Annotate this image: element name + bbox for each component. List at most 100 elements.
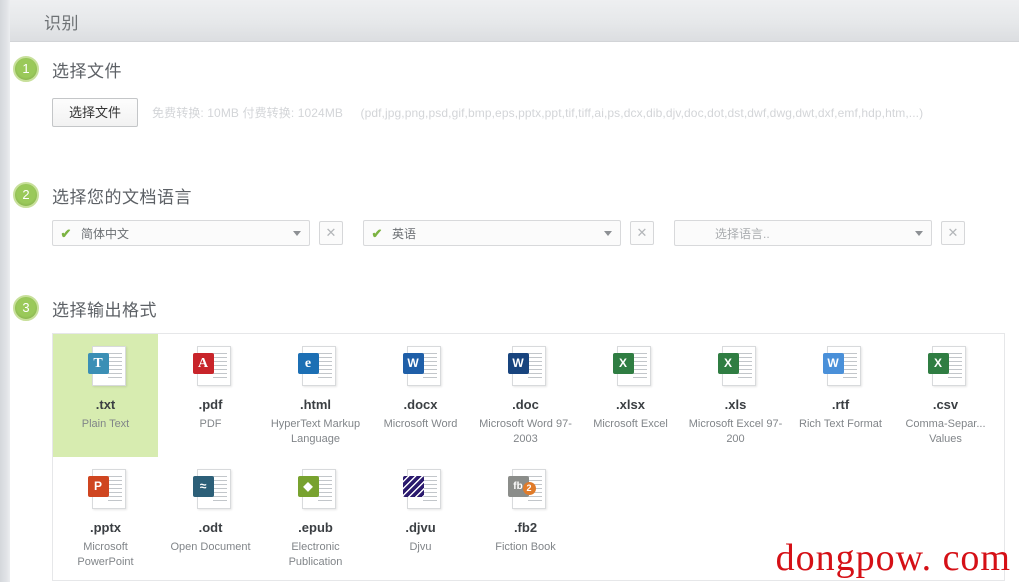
- watermark: dongpow. com: [775, 537, 1011, 579]
- language-select-1[interactable]: ✔ 简体中文: [52, 220, 310, 246]
- format-description-label: Microsoft Excel: [593, 418, 668, 430]
- file-icon: T: [86, 346, 126, 388]
- format-extension-label: .xls: [724, 397, 747, 412]
- language-group-1: ✔ 简体中文 ✕: [52, 220, 343, 246]
- document-lines: [737, 353, 752, 381]
- format-tile-txt[interactable]: T .txt Plain Text: [53, 334, 158, 457]
- document-lines: [317, 476, 332, 504]
- document-lines: [842, 353, 857, 381]
- format-extension-label: .xlsx: [616, 397, 645, 412]
- document-lines: [317, 353, 332, 381]
- document-lines: [422, 476, 437, 504]
- document-lines: [212, 476, 227, 504]
- application-window: 识别 1 选择文件 选择文件 免费转换: 10MB 付费转换: 1024MB (…: [0, 0, 1019, 582]
- language-group-2: ✔ 英语 ✕: [363, 220, 654, 246]
- format-description-label: PDF: [199, 418, 222, 430]
- file-icon: W: [821, 346, 861, 388]
- file-icon: W: [401, 346, 441, 388]
- format-extension-label: .csv: [932, 397, 959, 412]
- format-tile-xls[interactable]: X .xls Microsoft Excel 97-200: [683, 334, 788, 457]
- format-description-label: Electronic Publication: [288, 541, 343, 568]
- format-extension-label: .fb2: [513, 520, 538, 535]
- format-tile-odt[interactable]: ≈ .odt Open Document: [158, 457, 263, 580]
- format-tile-doc[interactable]: W .doc Microsoft Word 97-2003: [473, 334, 578, 457]
- format-badge-icon: [402, 476, 424, 497]
- format-tile-epub[interactable]: ◆ .epub Electronic Publication: [263, 457, 368, 580]
- language-select-2[interactable]: ✔ 英语: [363, 220, 621, 246]
- step-number-1: 1: [13, 56, 39, 82]
- file-icon: W: [506, 346, 546, 388]
- language-select-3-value: 选择语言..: [715, 226, 770, 241]
- file-icon: X: [926, 346, 966, 388]
- format-extension-label: .pptx: [89, 520, 122, 535]
- format-extension-label: .txt: [95, 397, 116, 412]
- format-extension-label: .djvu: [405, 520, 436, 535]
- language-selectors: ✔ 简体中文 ✕ ✔ 英语 ✕ ✔: [52, 220, 965, 246]
- chevron-down-icon: [604, 231, 612, 236]
- document-lines: [107, 353, 122, 381]
- format-description-label: HyperText Markup Language: [270, 418, 361, 445]
- format-tile-html[interactable]: e .html HyperText Markup Language: [263, 334, 368, 457]
- format-description-label: Open Document: [170, 541, 251, 553]
- step-title-choose-language: 选择您的文档语言: [52, 188, 192, 207]
- step-title-output-format: 选择输出格式: [52, 301, 157, 320]
- format-tile-docx[interactable]: W .docx Microsoft Word: [368, 334, 473, 457]
- main-content: 1 选择文件 选择文件 免费转换: 10MB 付费转换: 1024MB (pdf…: [10, 42, 1019, 582]
- choose-file-row: 选择文件 免费转换: 10MB 付费转换: 1024MB (pdf,jpg,pn…: [52, 98, 923, 127]
- check-icon: ✔: [371, 225, 383, 241]
- format-tile-pdf[interactable]: A .pdf PDF: [158, 334, 263, 457]
- format-extension-label: .odt: [198, 520, 223, 535]
- format-description-label: Microsoft Word: [383, 418, 458, 430]
- format-extension-label: .html: [299, 397, 332, 412]
- format-badge-icon: W: [402, 353, 424, 374]
- format-description-label: Microsoft PowerPoint: [77, 541, 134, 568]
- document-lines: [632, 353, 647, 381]
- format-tile-csv[interactable]: X .csv Comma-Separ... Values: [893, 334, 998, 457]
- format-description-label: Djvu: [409, 541, 432, 553]
- format-tile-djvu[interactable]: .djvu Djvu: [368, 457, 473, 580]
- format-extension-label: .epub: [298, 520, 333, 535]
- clear-language-1-button[interactable]: ✕: [319, 221, 343, 245]
- language-select-3[interactable]: ✔ 选择语言..: [674, 220, 932, 246]
- format-tile-rtf[interactable]: W .rtf Rich Text Format: [788, 334, 893, 457]
- format-badge-icon: X: [612, 353, 634, 374]
- format-description-label: Microsoft Excel 97-200: [688, 418, 783, 445]
- format-badge-icon: X: [927, 353, 949, 374]
- file-icon: A: [191, 346, 231, 388]
- format-description-label: Rich Text Format: [799, 418, 882, 430]
- left-gutter: [0, 0, 10, 582]
- format-badge-icon: X: [717, 353, 739, 374]
- page-title: 识别: [44, 14, 79, 33]
- format-extension-label: .doc: [512, 397, 539, 412]
- format-extension-label: .pdf: [198, 397, 223, 412]
- step-title-choose-file: 选择文件: [52, 62, 122, 81]
- format-badge-icon: A: [192, 353, 214, 374]
- file-limits-text: 免费转换: 10MB 付费转换: 1024MB: [152, 106, 344, 120]
- format-description-label: Comma-Separ... Values: [905, 418, 986, 445]
- chevron-down-icon: [293, 231, 301, 236]
- format-badge-icon: e: [297, 353, 319, 374]
- format-tile-fb2[interactable]: fb 2 .fb2 Fiction Book: [473, 457, 578, 580]
- clear-language-2-button[interactable]: ✕: [630, 221, 654, 245]
- format-badge-icon: W: [822, 353, 844, 374]
- page-header: 识别: [10, 0, 1019, 42]
- clear-language-3-button[interactable]: ✕: [941, 221, 965, 245]
- file-icon: [401, 469, 441, 511]
- choose-file-button[interactable]: 选择文件: [52, 98, 139, 127]
- step-number-2: 2: [13, 182, 39, 208]
- format-description-label: Fiction Book: [495, 541, 556, 553]
- format-badge-icon: T: [87, 353, 109, 374]
- file-size-hint: 免费转换: 10MB 付费转换: 1024MB (pdf,jpg,png,psd…: [152, 104, 923, 121]
- format-description-label: Plain Text: [81, 418, 130, 430]
- format-tile-pptx[interactable]: P .pptx Microsoft PowerPoint: [53, 457, 158, 580]
- file-icon: e: [296, 346, 336, 388]
- language-group-3: ✔ 选择语言.. ✕: [674, 220, 965, 246]
- document-lines: [527, 353, 542, 381]
- file-icon: ◆: [296, 469, 336, 511]
- document-lines: [422, 353, 437, 381]
- format-extension-label: .docx: [403, 397, 438, 412]
- format-tile-xlsx[interactable]: X .xlsx Microsoft Excel: [578, 334, 683, 457]
- format-badge-icon: ≈: [192, 476, 214, 497]
- file-icon: X: [611, 346, 651, 388]
- format-extension-label: .rtf: [831, 397, 850, 412]
